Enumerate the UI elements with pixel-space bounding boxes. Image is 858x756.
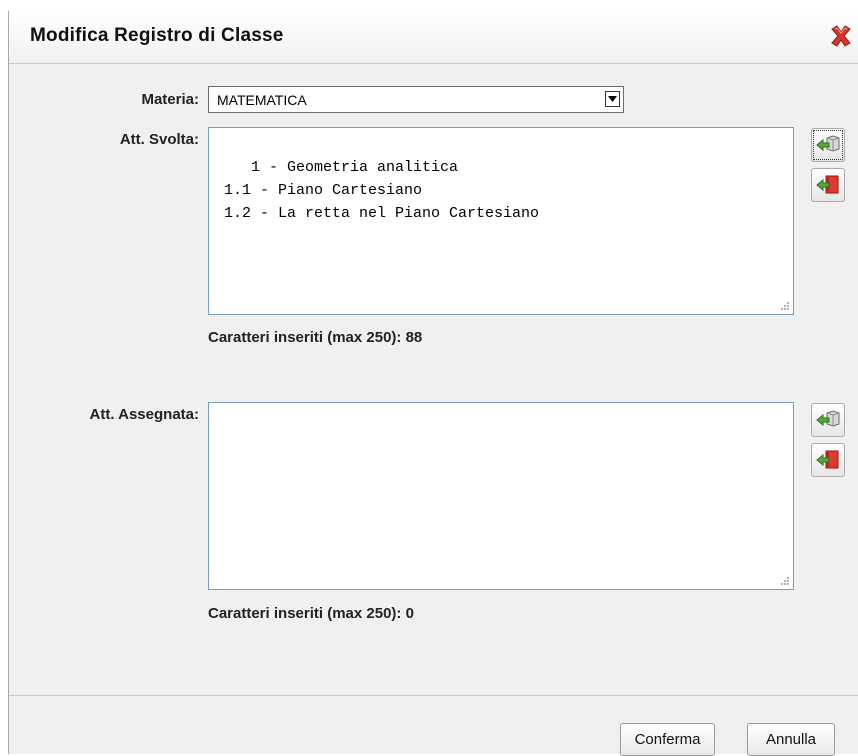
svolta-char-counter: Caratteri inseriti (max 250): 88	[208, 329, 423, 346]
dialog-footer: Conferma Annulla	[9, 695, 858, 756]
resize-grip-icon[interactable]	[780, 576, 790, 586]
assegnata-textarea[interactable]	[208, 402, 794, 590]
dialog-titlebar: Modifica Registro di Classe	[9, 11, 858, 64]
assegnata-insert-button[interactable]	[811, 403, 845, 437]
assegnata-label: Att. Assegnata:	[89, 406, 199, 423]
dialog-title: Modifica Registro di Classe	[30, 25, 284, 46]
insert-from-box-icon	[816, 410, 840, 427]
remove-to-book-icon	[816, 175, 839, 194]
svolta-label: Att. Svolta:	[119, 131, 199, 148]
materia-label: Materia:	[141, 91, 199, 108]
chevron-down-icon[interactable]	[605, 91, 620, 107]
insert-from-box-icon	[816, 135, 840, 152]
assegnata-char-counter: Caratteri inseriti (max 250): 0	[208, 605, 414, 622]
svolta-text: 1 - Geometria analitica 1.1 - Piano Cart…	[224, 159, 540, 222]
svolta-textarea[interactable]: 1 - Geometria analitica 1.1 - Piano Cart…	[208, 127, 794, 315]
svolta-insert-button[interactable]	[811, 128, 845, 162]
dialog: Modifica Registro di Classe Materia: MAT…	[8, 11, 858, 756]
confirm-button[interactable]: Conferma	[620, 723, 715, 756]
materia-selected-value: MATEMATICA	[217, 92, 307, 108]
cancel-button[interactable]: Annulla	[747, 723, 835, 756]
remove-to-book-icon	[816, 450, 839, 469]
close-icon[interactable]	[828, 23, 854, 49]
svolta-clear-button[interactable]	[811, 168, 845, 202]
materia-select[interactable]: MATEMATICA	[208, 86, 624, 113]
resize-grip-icon[interactable]	[780, 301, 790, 311]
assegnata-clear-button[interactable]	[811, 443, 845, 477]
